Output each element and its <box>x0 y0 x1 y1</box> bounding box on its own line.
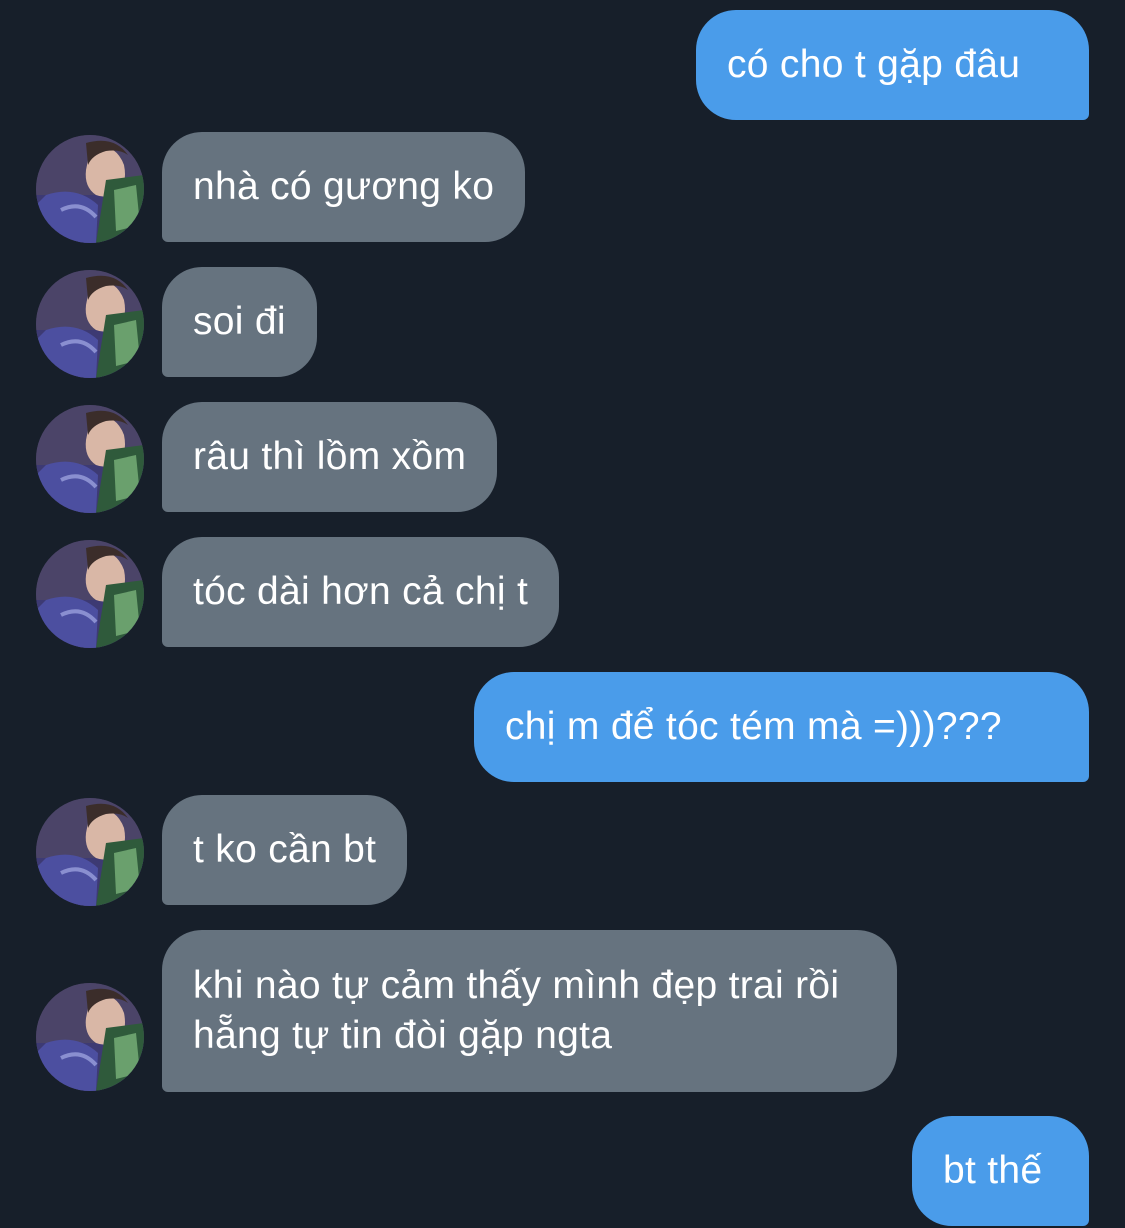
contact-avatar[interactable] <box>36 405 144 513</box>
avatar-photo-icon <box>36 270 144 378</box>
contact-avatar[interactable] <box>36 983 144 1091</box>
outgoing-message[interactable]: bt thế <box>912 1116 1089 1226</box>
contact-avatar[interactable] <box>36 135 144 243</box>
avatar-photo-icon <box>36 798 144 906</box>
message-thread: có cho t gặp đâu nhà có gương ko soi đi <box>0 0 1125 1228</box>
contact-avatar[interactable] <box>36 270 144 378</box>
avatar-photo-icon <box>36 405 144 513</box>
incoming-message[interactable]: râu thì lồm xồm <box>162 402 498 512</box>
contact-avatar[interactable] <box>36 798 144 906</box>
incoming-message[interactable]: khi nào tự cảm thấy mình đẹp trai rồi hẵ… <box>162 930 897 1092</box>
avatar-photo-icon <box>36 135 144 243</box>
incoming-message[interactable]: soi đi <box>162 267 317 377</box>
avatar-photo-icon <box>36 983 144 1091</box>
contact-avatar[interactable] <box>36 540 144 648</box>
outgoing-message[interactable]: chị m để tóc tém mà =)))??? <box>474 672 1089 782</box>
incoming-message[interactable]: t ko cần bt <box>162 795 408 905</box>
outgoing-message[interactable]: có cho t gặp đâu <box>696 10 1089 120</box>
incoming-message[interactable]: nhà có gương ko <box>162 132 526 242</box>
avatar-photo-icon <box>36 540 144 648</box>
incoming-message[interactable]: tóc dài hơn cả chị t <box>162 537 560 647</box>
